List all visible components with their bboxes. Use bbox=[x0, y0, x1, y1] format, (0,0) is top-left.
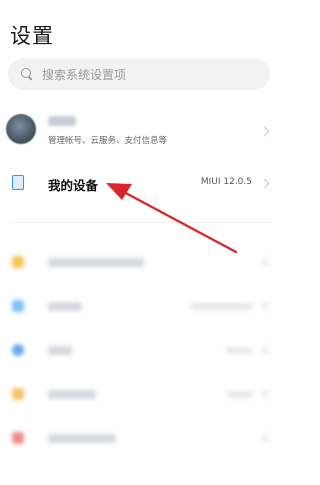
settings-icon bbox=[12, 256, 24, 268]
search-bar[interactable]: 搜索系统设置项 bbox=[8, 58, 270, 90]
blurred-label bbox=[48, 258, 144, 267]
chevron-right-icon bbox=[259, 178, 270, 189]
blurred-label bbox=[48, 346, 72, 355]
chevron-right-icon bbox=[262, 346, 268, 354]
settings-row-blurred-2[interactable] bbox=[0, 288, 286, 324]
avatar bbox=[6, 114, 36, 144]
blurred-value bbox=[226, 347, 252, 354]
account-name-blurred bbox=[48, 116, 76, 126]
miui-version: MIUI 12.0.5 bbox=[200, 177, 252, 187]
section-divider bbox=[10, 222, 272, 223]
blurred-label bbox=[48, 302, 82, 311]
settings-row-blurred-4[interactable] bbox=[0, 376, 286, 412]
blurred-value bbox=[190, 303, 252, 310]
blurred-label bbox=[48, 434, 116, 443]
settings-screen: 设置 搜索系统设置项 管理帐号、云服务、支付信息等 我的设备 MIUI 12.0… bbox=[0, 0, 286, 485]
bluetooth-icon bbox=[12, 344, 24, 356]
settings-row-blurred-1[interactable] bbox=[0, 244, 286, 280]
settings-row-blurred-5[interactable] bbox=[0, 420, 286, 456]
settings-row-blurred-3[interactable] bbox=[0, 332, 286, 368]
my-device-row[interactable]: 我的设备 MIUI 12.0.5 bbox=[0, 166, 286, 202]
page-title: 设置 bbox=[10, 24, 54, 48]
search-icon bbox=[20, 67, 34, 81]
chevron-right-icon bbox=[262, 434, 268, 442]
blurred-value bbox=[228, 391, 252, 398]
search-placeholder: 搜索系统设置项 bbox=[42, 67, 127, 82]
hotspot-icon bbox=[12, 388, 24, 400]
chevron-right-icon bbox=[262, 390, 268, 398]
account-row[interactable]: 管理帐号、云服务、支付信息等 bbox=[0, 108, 286, 154]
phone-icon bbox=[12, 175, 24, 190]
wifi-icon bbox=[12, 300, 24, 312]
vpn-icon bbox=[12, 432, 24, 444]
blurred-label bbox=[48, 390, 96, 399]
chevron-right-icon bbox=[259, 126, 270, 137]
chevron-right-icon bbox=[262, 302, 268, 310]
chevron-right-icon bbox=[262, 258, 268, 266]
my-device-label: 我的设备 bbox=[48, 178, 99, 193]
account-subtitle: 管理帐号、云服务、支付信息等 bbox=[48, 136, 168, 146]
